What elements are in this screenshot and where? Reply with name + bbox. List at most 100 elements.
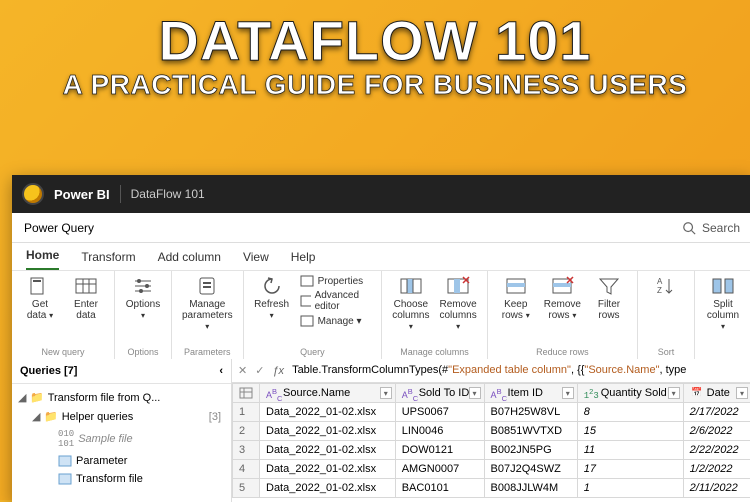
filter-dropdown-icon[interactable]: ▾	[668, 387, 680, 399]
row-header[interactable]: 3	[233, 441, 260, 460]
table-row[interactable]: 3Data_2022_01-02.xlsxDOW0121B002JN5PG112…	[233, 441, 750, 460]
Remove columns-button[interactable]: Remove columns ▾	[440, 275, 477, 332]
Refresh-button[interactable]: Refresh ▾	[254, 275, 290, 321]
tab-transform[interactable]: Transform	[81, 250, 135, 270]
accept-formula-icon[interactable]: ✓	[255, 364, 264, 377]
filter-dropdown-icon[interactable]: ▾	[380, 387, 392, 399]
cell[interactable]: 11	[577, 441, 683, 460]
refresh-icon	[259, 275, 285, 297]
cell[interactable]: Data_2022_01-02.xlsx	[260, 460, 396, 479]
title-main: DATAFLOW 101	[0, 14, 750, 67]
filter-dropdown-icon[interactable]: ▾	[736, 387, 748, 399]
query-item-sample-file[interactable]: 010101Sample file	[12, 426, 231, 452]
type-icon: 📅	[690, 387, 704, 399]
col-sold-to-id[interactable]: ABCSold To ID▾	[395, 384, 484, 403]
search-box[interactable]: Search	[682, 221, 740, 235]
row-header[interactable]: 5	[233, 479, 260, 498]
cell[interactable]: 15	[577, 422, 683, 441]
cell[interactable]: 1	[577, 479, 683, 498]
row-header[interactable]: 2	[233, 422, 260, 441]
workarea: Queries [7] ‹ ◢📁Transform file from Q...…	[12, 359, 750, 502]
table-row[interactable]: 2Data_2022_01-02.xlsxLIN0046B0851WVTXD15…	[233, 422, 750, 441]
Split column-button[interactable]: Split column ▾	[705, 275, 741, 332]
formula-bar[interactable]: ✕ ✓ ƒx Table.TransformColumnTypes(#"Expa…	[232, 359, 750, 383]
cell[interactable]: B002JN5PG	[484, 441, 577, 460]
col-source-name[interactable]: ABCSource.Name▾	[260, 384, 396, 403]
tab-view[interactable]: View	[243, 250, 269, 270]
ribbon-group-parameters: Manage parameters ▾Parameters	[172, 271, 244, 359]
titlebar-sep	[120, 185, 121, 203]
cancel-formula-icon[interactable]: ✕	[238, 364, 247, 377]
query-item-helper-queries[interactable]: ◢📁Helper queries[3]	[12, 407, 231, 426]
file-name: DataFlow 101	[131, 187, 205, 201]
cell[interactable]: 8	[577, 403, 683, 422]
sort-button[interactable]: AZ	[648, 275, 684, 297]
ribbon-group-query: Refresh ▾ Properties Advanced editor Manage…	[244, 271, 383, 359]
keep-rows-icon	[503, 275, 529, 297]
cell[interactable]: Data_2022_01-02.xlsx	[260, 403, 396, 422]
cell[interactable]: 17	[577, 460, 683, 479]
filter-dropdown-icon[interactable]: ▾	[562, 387, 574, 399]
choose-columns-icon	[398, 275, 424, 297]
properties-button[interactable]: Properties	[300, 275, 364, 287]
col-quantity-sold[interactable]: 123Quantity Sold▾	[577, 384, 683, 403]
ribbon: Get data ▾Enter dataNew queryOptions ▾Op…	[12, 271, 750, 359]
fx-icon: ƒx	[272, 365, 284, 377]
cell[interactable]: 1/2/2022	[683, 460, 750, 479]
Get data-button[interactable]: Get data ▾	[22, 275, 58, 321]
subheader: Power Query Search	[12, 213, 750, 243]
cell[interactable]: AMGN0007	[395, 460, 484, 479]
cell[interactable]: BAC0101	[395, 479, 484, 498]
cell[interactable]: 2/22/2022	[683, 441, 750, 460]
cell[interactable]: DOW0121	[395, 441, 484, 460]
cell[interactable]: LIN0046	[395, 422, 484, 441]
Filter rows-button[interactable]: Filter rows	[591, 275, 627, 321]
table-row[interactable]: 1Data_2022_01-02.xlsxUPS0067B07H25W8VL82…	[233, 403, 750, 422]
query-item-transform-file-from-q-[interactable]: ◢📁Transform file from Q...	[12, 388, 231, 407]
col-date[interactable]: 📅Date▾	[683, 384, 750, 403]
query-item-parameter[interactable]: Parameter	[12, 452, 231, 470]
tab-help[interactable]: Help	[291, 250, 316, 270]
Enter data-button[interactable]: Enter data	[68, 275, 104, 321]
Keep rows-button[interactable]: Keep rows ▾	[498, 275, 534, 321]
editor-label: Power Query	[24, 221, 94, 235]
cell[interactable]: Data_2022_01-02.xlsx	[260, 422, 396, 441]
cell[interactable]: B07H25W8VL	[484, 403, 577, 422]
group-label: Manage columns	[400, 347, 469, 357]
cell[interactable]: UPS0067	[395, 403, 484, 422]
query-item-transform-file[interactable]: Transform file	[12, 470, 231, 488]
Options-button[interactable]: Options ▾	[125, 275, 161, 321]
Remove rows-button[interactable]: Remove rows ▾	[544, 275, 581, 321]
queries-header: Queries [7] ‹	[12, 359, 231, 384]
cell[interactable]: B07J2Q4SWZ	[484, 460, 577, 479]
brand-label: Power BI	[54, 187, 110, 202]
data-grid[interactable]: ABCSource.Name▾ABCSold To ID▾ABCItem ID▾…	[232, 383, 750, 498]
filter-dropdown-icon[interactable]: ▾	[469, 387, 481, 399]
ribbon-group-reduce-rows: Keep rows ▾Remove rows ▾Filter rowsReduc…	[488, 271, 638, 359]
table-row[interactable]: 4Data_2022_01-02.xlsxAMGN0007B07J2Q4SWZ1…	[233, 460, 750, 479]
cell[interactable]: B0851WVTXD	[484, 422, 577, 441]
select-all-cell[interactable]	[233, 384, 260, 403]
row-header[interactable]: 4	[233, 460, 260, 479]
tab-add-column[interactable]: Add column	[158, 250, 221, 270]
title-sub: A PRACTICAL GUIDE FOR BUSINESS USERS	[0, 69, 750, 101]
col-item-id[interactable]: ABCItem ID▾	[484, 384, 577, 403]
cell[interactable]: 2/17/2022	[683, 403, 750, 422]
cell[interactable]: Data_2022_01-02.xlsx	[260, 441, 396, 460]
ribbon-group-manage-columns: Choose columns ▾ Remove columns ▾ Manage c…	[382, 271, 488, 359]
cell[interactable]: Data_2022_01-02.xlsx	[260, 479, 396, 498]
row-header[interactable]: 1	[233, 403, 260, 422]
cell[interactable]: 2/6/2022	[683, 422, 750, 441]
advanced-editor-button[interactable]: Advanced editor	[300, 290, 372, 312]
Choose columns-button[interactable]: Choose columns ▾	[392, 275, 429, 332]
ribbon-group-sort: AZSort	[638, 271, 695, 359]
data-main: ✕ ✓ ƒx Table.TransformColumnTypes(#"Expa…	[232, 359, 750, 502]
collapse-pane-icon[interactable]: ‹	[219, 365, 223, 377]
cell[interactable]: 2/11/2022	[683, 479, 750, 498]
tab-home[interactable]: Home	[26, 248, 59, 270]
cell[interactable]: B008JJLW4M	[484, 479, 577, 498]
Manage parameters-button[interactable]: Manage parameters ▾	[182, 275, 233, 332]
manage-button[interactable]: Manage ▾	[300, 315, 362, 327]
manage-parameters-icon	[194, 275, 220, 297]
table-row[interactable]: 5Data_2022_01-02.xlsxBAC0101B008JJLW4M12…	[233, 479, 750, 498]
